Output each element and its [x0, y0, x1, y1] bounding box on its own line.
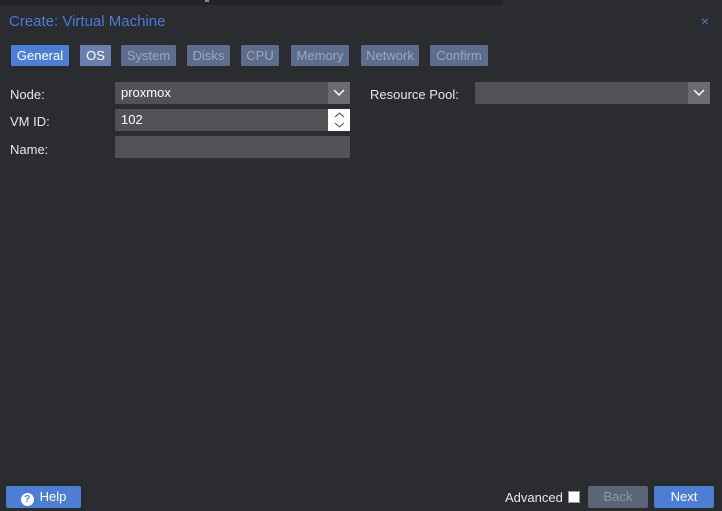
dialog-title-bar[interactable]: Create: Virtual Machine × — [0, 5, 722, 39]
node-value: proxmox — [121, 85, 171, 100]
dialog-title: Create: Virtual Machine — [9, 13, 166, 30]
chevron-down-icon[interactable] — [688, 82, 710, 104]
help-label: Help — [39, 489, 67, 504]
back-button[interactable]: Back — [588, 486, 648, 508]
node-label: Node: — [10, 87, 45, 102]
spinner-arrows-icon[interactable] — [328, 109, 350, 131]
tab-os[interactable]: OS — [80, 45, 111, 66]
tab-cpu[interactable]: CPU — [241, 45, 279, 66]
background-mark — [205, 0, 209, 2]
resource-pool-label: Resource Pool: — [370, 87, 459, 102]
vmid-field[interactable]: 102 — [115, 109, 350, 131]
vmid-value: 102 — [121, 112, 143, 127]
tab-system[interactable]: System — [121, 45, 176, 66]
vmid-label: VM ID: — [10, 114, 50, 129]
advanced-checkbox[interactable] — [568, 491, 580, 503]
question-circle-icon: ? — [20, 493, 34, 506]
dialog-footer: ? Help Advanced Back Next — [0, 484, 722, 511]
create-vm-dialog: Create: Virtual Machine × General OS Sys… — [0, 0, 722, 511]
node-select[interactable]: proxmox — [115, 82, 350, 104]
tab-memory[interactable]: Memory — [291, 45, 349, 66]
tab-disks[interactable]: Disks — [187, 45, 230, 66]
name-label: Name: — [10, 142, 49, 157]
close-icon[interactable]: × — [701, 14, 709, 28]
tab-general[interactable]: General — [11, 45, 69, 66]
advanced-label: Advanced — [505, 490, 563, 505]
tab-network[interactable]: Network — [361, 45, 419, 66]
name-field[interactable] — [115, 136, 350, 158]
next-button[interactable]: Next — [654, 486, 714, 508]
tab-confirm[interactable]: Confirm — [430, 45, 488, 66]
chevron-down-icon[interactable] — [328, 82, 350, 104]
resource-pool-select[interactable] — [475, 82, 710, 104]
help-button[interactable]: ? Help — [6, 486, 81, 508]
